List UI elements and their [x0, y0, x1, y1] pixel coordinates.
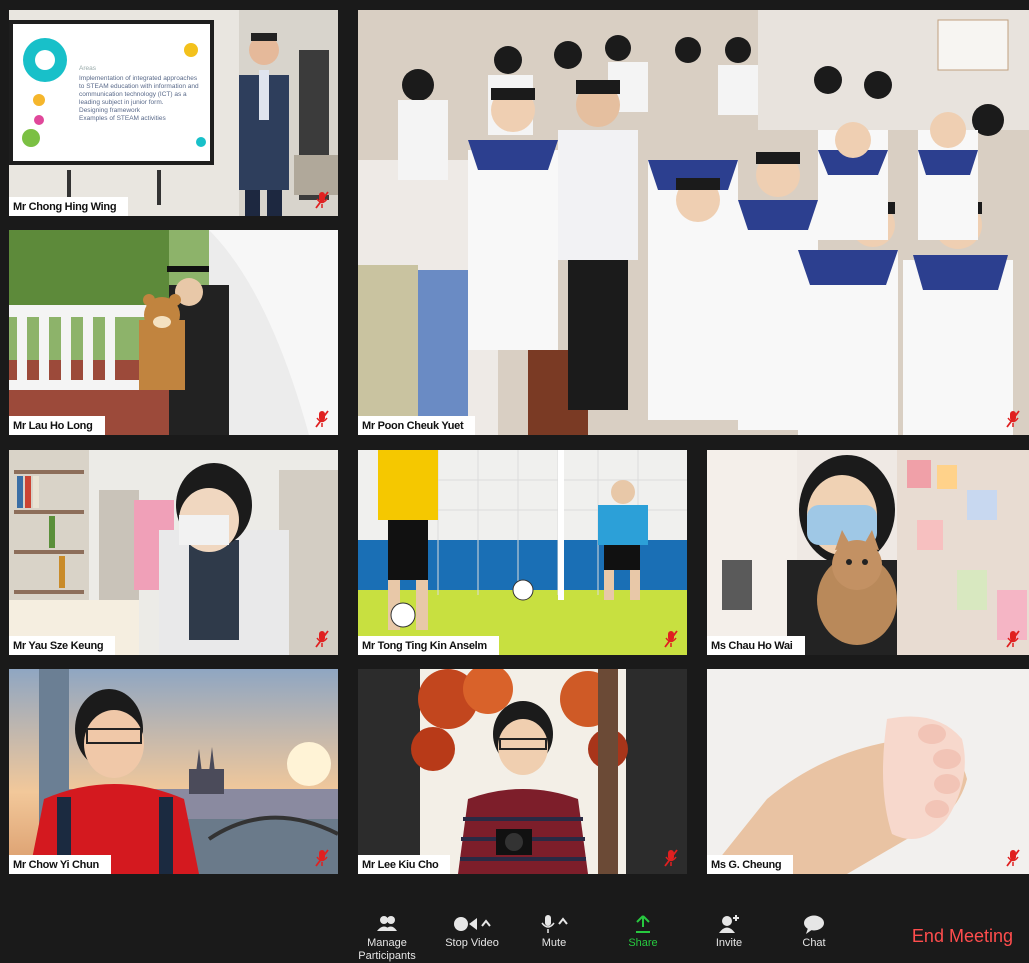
- mic-muted-icon: [1006, 849, 1020, 867]
- end-meeting-button[interactable]: End Meeting: [912, 926, 1013, 947]
- participant-name: Ms G. Cheung: [707, 855, 794, 874]
- mic-muted-icon: [664, 849, 678, 867]
- slide-item: Examples of STEAM activities: [79, 115, 166, 122]
- participant-name: Mr Lau Ho Long: [9, 416, 105, 435]
- class-photo: [358, 10, 1029, 435]
- share-arrow-icon: [636, 915, 650, 933]
- chat-button[interactable]: Chat: [794, 914, 834, 950]
- video-tile-chau[interactable]: Ms Chau Ho Wai: [707, 450, 1029, 655]
- participant-name: Ms Chau Ho Wai: [707, 636, 805, 655]
- participant-name: Mr Yau Sze Keung: [9, 636, 116, 655]
- cat-photo: [707, 450, 1029, 655]
- video-tile-yau[interactable]: Mr Yau Sze Keung: [9, 450, 338, 655]
- chat-bubble-icon: [804, 915, 824, 934]
- mic-muted-icon: [1006, 410, 1020, 428]
- video-tile-tong[interactable]: Mr Tong Ting Kin Anselm: [358, 450, 687, 655]
- slide-item: Designing framework: [79, 107, 141, 114]
- mic-muted-icon: [315, 849, 329, 867]
- participant-name: Mr Tong Ting Kin Anselm: [358, 636, 499, 655]
- video-tile-chong[interactable]: Areas Implementation of integrated appro…: [9, 10, 338, 216]
- manage-participants-label: Manage Participants: [358, 937, 416, 962]
- mic-muted-icon: [315, 410, 329, 428]
- participants-icon: [377, 916, 397, 931]
- chat-label: Chat: [802, 937, 826, 949]
- mic-muted-icon: [315, 191, 329, 209]
- autumn-photo: [358, 669, 687, 874]
- mute-button[interactable]: Mute: [530, 914, 578, 950]
- microphone-icon: [541, 915, 568, 933]
- slide-subtitle: Areas: [79, 65, 96, 72]
- invite-button[interactable]: Invite: [708, 914, 750, 950]
- city-photo: [9, 669, 338, 874]
- participant-name: Mr Chong Hing Wing: [9, 197, 129, 216]
- mic-muted-icon: [1006, 630, 1020, 648]
- participant-name: Mr Chow Yi Chun: [9, 855, 111, 874]
- video-tile-lau[interactable]: Mr Lau Ho Long: [9, 230, 338, 435]
- add-user-icon: [719, 915, 739, 933]
- library-photo: [9, 450, 338, 655]
- video-tile-lee[interactable]: Mr Lee Kiu Cho: [358, 669, 687, 874]
- participant-name: Mr Poon Cheuk Yuet: [358, 416, 476, 435]
- video-tile-cheung[interactable]: Ms G. Cheung: [707, 669, 1029, 874]
- slide-item: Implementation of integrated approaches …: [79, 75, 199, 106]
- manage-participants-button[interactable]: Manage Participants: [352, 914, 422, 963]
- video-camera-icon: [454, 917, 491, 931]
- video-tile-chow[interactable]: Mr Chow Yi Chun: [9, 669, 338, 874]
- stop-video-label: Stop Video: [445, 937, 499, 949]
- share-label: Share: [628, 937, 658, 949]
- mic-muted-icon: [315, 630, 329, 648]
- graduation-photo: [9, 230, 338, 435]
- baby-hand-photo: [707, 669, 1029, 874]
- mute-label: Mute: [541, 937, 567, 949]
- video-tile-poon[interactable]: Mr Poon Cheuk Yuet: [358, 10, 1029, 435]
- meeting-toolbar: Manage Participants Stop Video Mute Shar…: [0, 896, 1029, 963]
- slide-content: Areas Implementation of integrated appro…: [79, 65, 199, 123]
- participant-name: Mr Lee Kiu Cho: [358, 855, 451, 874]
- football-photo: [358, 450, 687, 655]
- mic-muted-icon: [664, 630, 678, 648]
- stop-video-button[interactable]: Stop Video: [440, 914, 504, 950]
- invite-label: Invite: [715, 937, 743, 949]
- share-button[interactable]: Share: [622, 914, 664, 950]
